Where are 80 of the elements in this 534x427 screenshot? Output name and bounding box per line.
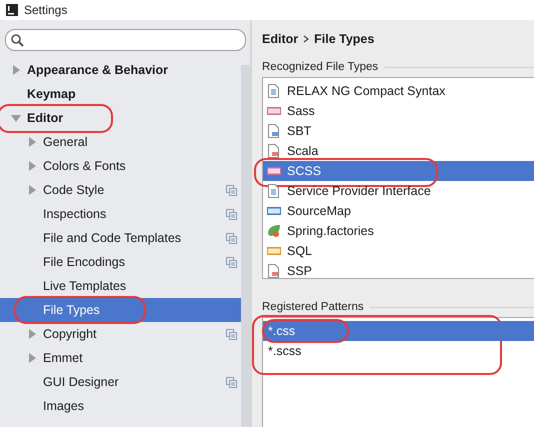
tree-item[interactable]: Appearance & Behavior	[0, 58, 241, 82]
pattern-label: *.scss	[268, 344, 302, 358]
leaf-icon	[267, 224, 281, 238]
pattern-row[interactable]: *.scss	[263, 341, 534, 361]
file-type-row[interactable]: RELAX NG Compact Syntax	[263, 81, 534, 101]
file-type-row[interactable]: Sass	[263, 101, 534, 121]
tree-item-label: Colors & Fonts	[43, 159, 126, 173]
tree-item-label: Appearance & Behavior	[27, 63, 168, 77]
file-type-row[interactable]: SCSS	[263, 161, 534, 181]
file-type-label: SSP	[287, 264, 312, 278]
search-field[interactable]	[5, 29, 246, 51]
file-type-row[interactable]: Scala	[263, 141, 534, 161]
text-file-icon	[267, 184, 281, 198]
file-type-label: SQL	[287, 244, 312, 258]
pattern-row[interactable]: *.css	[263, 321, 534, 341]
search-icon	[11, 34, 24, 46]
tree-item[interactable]: Live Templates	[0, 274, 241, 298]
tree-item-label: Copyright	[43, 327, 96, 341]
breadcrumb-item: File Types	[314, 32, 374, 46]
tree-item[interactable]: Editor	[0, 106, 241, 130]
file-type-label: Service Provider Interface	[287, 184, 431, 198]
tree-item-label: GUI Designer	[43, 375, 119, 389]
tree-item-label: Code Style	[43, 183, 104, 197]
file-type-label: RELAX NG Compact Syntax	[287, 84, 446, 98]
file-type-label: SBT	[287, 124, 312, 138]
tree-item[interactable]: Images	[0, 394, 241, 418]
tree-item-label: Editor	[27, 111, 64, 125]
tree-item-label: Live Templates	[43, 279, 126, 293]
tree-item-label: File Encodings	[43, 255, 125, 269]
tree-item[interactable]: General	[0, 130, 241, 154]
file-type-label: Spring.factories	[287, 224, 374, 238]
tree-item[interactable]: Copyright	[0, 322, 241, 346]
collapsed-arrow-icon[interactable]	[27, 185, 37, 195]
file-type-row[interactable]: SBT	[263, 121, 534, 141]
file-type-label: SourceMap	[287, 204, 351, 218]
tree-item[interactable]: Inspections	[0, 202, 241, 226]
tree-item-label: General	[43, 135, 88, 149]
tree-item-label: File Types	[43, 303, 100, 317]
tree-item[interactable]: Emmet	[0, 346, 241, 370]
sass-file-icon	[267, 104, 281, 118]
tree-item-label: Images	[43, 399, 84, 413]
collapsed-arrow-icon[interactable]	[27, 329, 37, 339]
tree-item-label: File and Code Templates	[43, 231, 182, 245]
file-type-label: Sass	[287, 104, 315, 118]
tree-item[interactable]: Keymap	[0, 82, 241, 106]
sql-file-icon	[267, 244, 281, 258]
file-type-label: Scala	[287, 144, 318, 158]
group-title: Registered Patterns	[262, 301, 364, 313]
tree-item[interactable]: File Types	[0, 298, 241, 322]
tree-item[interactable]: File Encodings	[0, 250, 241, 274]
tree-item[interactable]: GUI Designer	[0, 370, 241, 394]
json-file-icon	[267, 204, 281, 218]
file-type-label: SCSS	[287, 164, 322, 178]
text-file-icon	[267, 84, 281, 98]
collapsed-arrow-icon[interactable]	[27, 137, 37, 147]
file-type-row[interactable]: Service Provider Interface	[263, 181, 534, 201]
expanded-arrow-icon[interactable]	[11, 113, 21, 123]
file-icon	[267, 124, 281, 138]
file-icon	[267, 144, 281, 158]
file-type-row[interactable]: SSP	[263, 261, 534, 281]
chevron-icon	[303, 35, 310, 43]
tree-item-label: Emmet	[43, 351, 83, 365]
collapsed-arrow-icon[interactable]	[11, 65, 21, 75]
collapsed-arrow-icon[interactable]	[27, 353, 37, 363]
sass-file-icon	[267, 164, 281, 178]
breadcrumb-item: Editor	[262, 32, 298, 46]
file-type-row[interactable]: SourceMap	[263, 201, 534, 221]
tree-item-label: Keymap	[27, 87, 76, 101]
group-title: Recognized File Types	[262, 61, 378, 73]
tree-item[interactable]: Code Style	[0, 178, 241, 202]
pattern-label: *.css	[268, 324, 296, 338]
collapsed-arrow-icon[interactable]	[27, 161, 37, 171]
tree-item[interactable]: File and Code Templates	[0, 226, 241, 250]
app-logo-icon	[6, 4, 18, 16]
tree-item-label: Inspections	[43, 207, 106, 221]
file-type-row[interactable]: Spring.factories	[263, 221, 534, 241]
file-type-row[interactable]: SQL	[263, 241, 534, 261]
window-title: Settings	[24, 3, 68, 17]
tree-item[interactable]: Colors & Fonts	[0, 154, 241, 178]
scrollbar[interactable]	[241, 65, 250, 427]
